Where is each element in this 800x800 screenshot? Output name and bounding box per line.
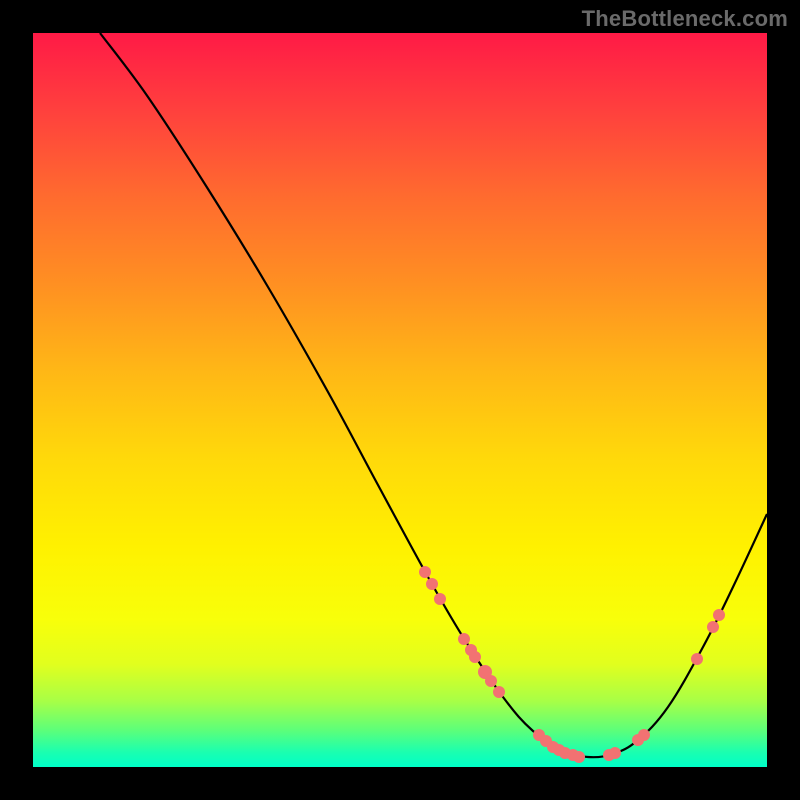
marker-dot [485, 675, 497, 687]
marker-dot [458, 633, 470, 645]
marker-dot [691, 653, 703, 665]
curve-line [100, 33, 767, 757]
chart-frame [33, 33, 767, 767]
marker-dot [638, 729, 650, 741]
marker-dot [609, 747, 621, 759]
marker-dot [434, 593, 446, 605]
marker-dot [573, 751, 585, 763]
marker-dot [469, 651, 481, 663]
marker-dot [493, 686, 505, 698]
marker-dot [713, 609, 725, 621]
marker-group [419, 566, 725, 763]
watermark-text: TheBottleneck.com [582, 6, 788, 32]
marker-dot [426, 578, 438, 590]
marker-dot [419, 566, 431, 578]
marker-dot [707, 621, 719, 633]
chart-svg [33, 33, 767, 767]
